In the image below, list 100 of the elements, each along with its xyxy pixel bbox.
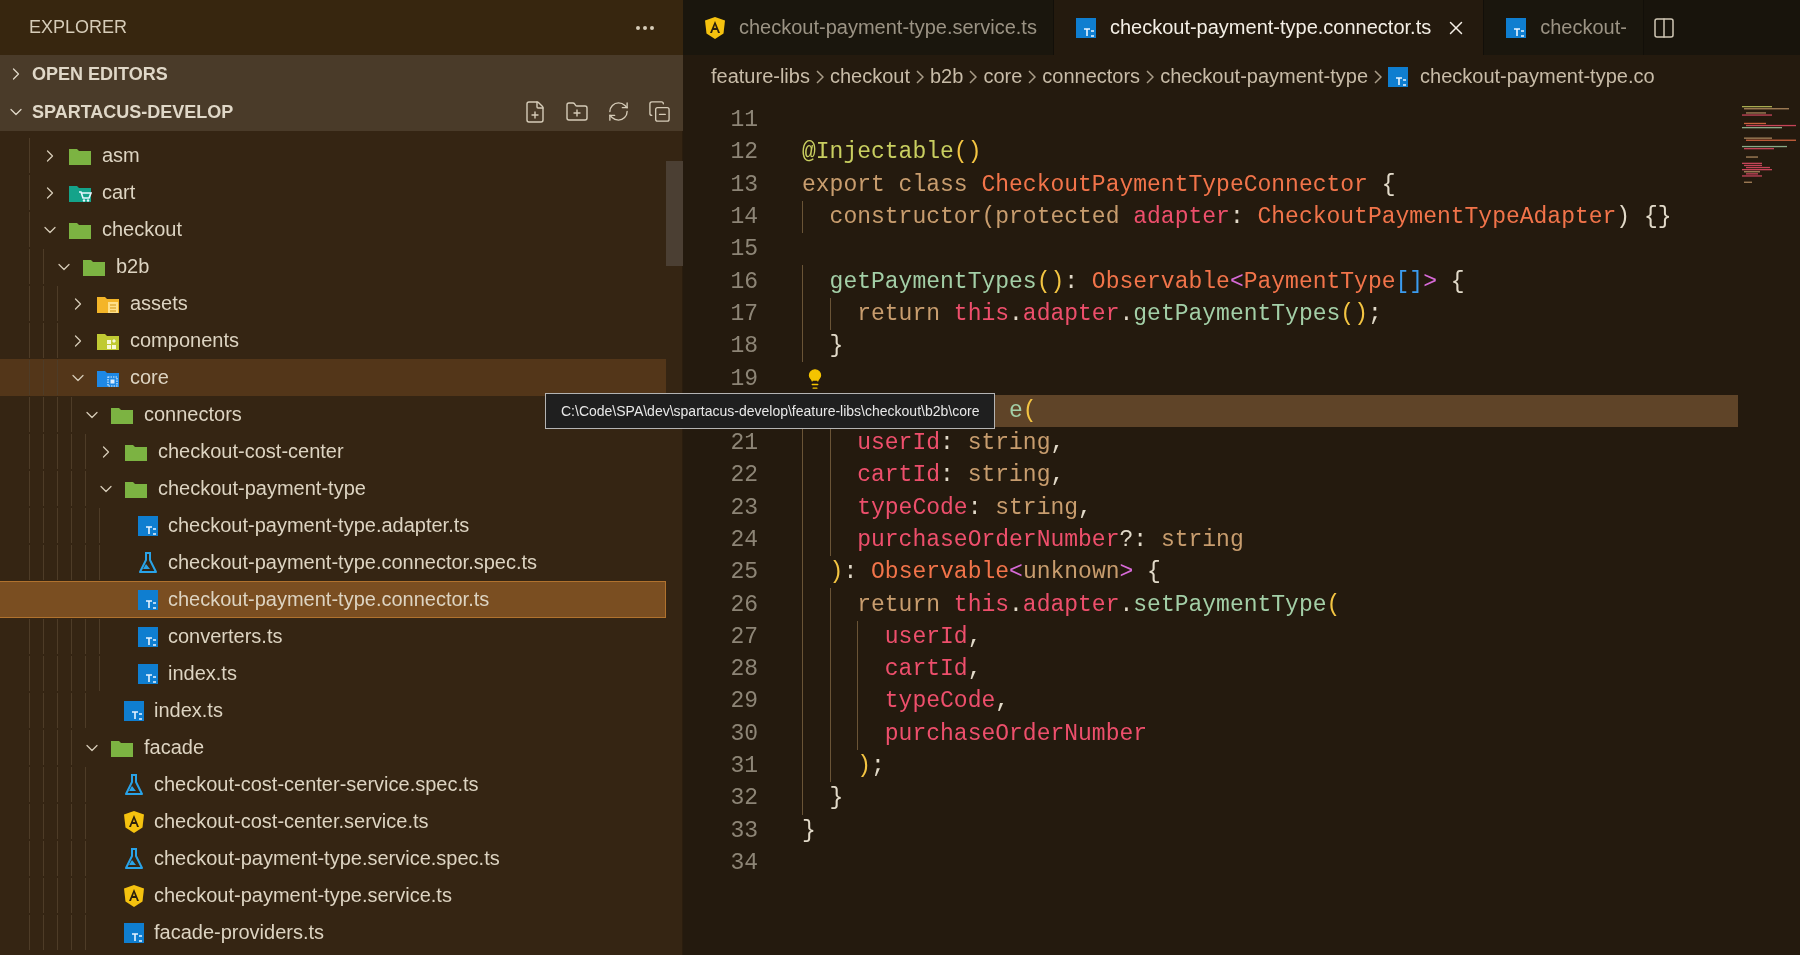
typescript-file-icon — [124, 922, 144, 943]
section-header[interactable]: OPEN EDITORS — [0, 55, 683, 93]
breadcrumb[interactable]: feature-libs — [711, 65, 810, 88]
line-number: 29 — [729, 688, 758, 715]
tree-item[interactable]: facade-providers.ts — [0, 914, 666, 951]
code-line: } — [802, 817, 816, 844]
line-number: 31 — [729, 753, 758, 780]
line-number: 26 — [729, 591, 758, 618]
breadcrumb[interactable]: b2b — [930, 65, 964, 88]
tree-item[interactable]: checkout-cost-center — [0, 433, 666, 470]
scrollbar[interactable] — [666, 161, 683, 266]
breadcrumb[interactable]: core — [983, 65, 1023, 88]
typescript-file-icon — [138, 626, 158, 647]
breadcrumb[interactable]: connectors — [1042, 65, 1141, 88]
chevron-right-icon — [916, 69, 924, 84]
line-number: 16 — [729, 268, 758, 295]
code-line: export class CheckoutPaymentTypeConnector { — [802, 171, 1396, 198]
chevron-right-icon — [969, 69, 978, 84]
code-line: constructor(protected adapter: CheckoutPaymentTypeAdapter) {} — [828, 204, 1672, 231]
code-line: return this.adapter.setPaymentType( — [856, 591, 1341, 618]
tree-item[interactable]: core — [0, 359, 666, 396]
chevron-right-icon — [815, 69, 824, 84]
shield-icon — [124, 810, 144, 833]
tree-item[interactable]: index.ts — [0, 655, 666, 692]
chevron-right-icon — [1374, 69, 1382, 84]
flask-icon — [138, 551, 158, 574]
tree-item[interactable]: checkout-cost-center-service.spec.ts — [0, 766, 666, 803]
typescript-file-icon — [1506, 17, 1527, 38]
line-number: 25 — [729, 559, 758, 586]
line-number: 33 — [729, 817, 758, 844]
line-number: 19 — [729, 365, 758, 392]
tree-item[interactable]: assets — [0, 285, 666, 322]
code-line: ); — [856, 753, 885, 780]
new-file-icon[interactable] — [523, 100, 547, 124]
code-line: typeCode: string, — [856, 494, 1092, 521]
tree-item[interactable]: index.ts — [0, 692, 666, 729]
code-line: typeCode, — [883, 688, 1010, 715]
tree-item[interactable]: checkout-payment-type.connector.ts — [0, 581, 666, 618]
typescript-file-icon — [138, 663, 158, 684]
shield-icon — [705, 16, 725, 39]
line-number: 12 — [729, 139, 758, 166]
tree-item[interactable]: components — [0, 322, 666, 359]
tree-item[interactable]: b2b — [0, 248, 666, 285]
line-number: 34 — [729, 849, 758, 876]
code-line: return this.adapter.getPaymentTypes(); — [856, 300, 1382, 327]
code-line: userId: string, — [856, 430, 1065, 457]
editor-tab[interactable]: checkout-payment-type.connector.ts — [1053, 0, 1485, 55]
tree-item[interactable]: checkout-payment-type.adapter.ts — [0, 507, 666, 544]
code-line: cartId: string, — [856, 462, 1065, 489]
typescript-file-icon — [1388, 66, 1408, 87]
code-line: ): Observable<unknown> { — [828, 559, 1161, 586]
line-number: 21 — [729, 430, 758, 457]
sidebar-title: EXPLORER — [29, 17, 128, 38]
tree-item[interactable]: checkout-payment-type.connector.spec.ts — [0, 544, 666, 581]
line-number: 23 — [729, 494, 758, 521]
shield-icon — [124, 884, 144, 907]
line-number: 28 — [729, 656, 758, 683]
typescript-file-icon — [124, 700, 144, 721]
code-line: } — [828, 333, 844, 360]
collapse-all-icon[interactable] — [648, 100, 671, 123]
line-number: 30 — [729, 720, 758, 747]
breadcrumb[interactable]: checkout-payment-type.co — [1388, 65, 1655, 88]
line-number: 14 — [729, 204, 758, 231]
tree-item[interactable]: checkout-payment-type.service.ts — [0, 877, 666, 914]
section-header[interactable]: SPARTACUS-DEVELOP — [0, 93, 683, 131]
code-line: purchaseOrderNumber — [883, 720, 1148, 747]
typescript-file-icon — [138, 589, 158, 610]
path-tooltip: C:\Code\SPA\dev\spartacus-develop\feature-libs\checkout\b2b\core — [545, 393, 996, 429]
breadcrumb[interactable]: checkout — [829, 65, 910, 88]
refresh-icon[interactable] — [607, 100, 630, 123]
chevron-right-icon — [1146, 69, 1155, 84]
line-number: 32 — [729, 785, 758, 812]
typescript-file-icon — [1075, 17, 1096, 38]
tree-item[interactable]: checkout-payment-type.service.spec.ts — [0, 840, 666, 877]
tree-item[interactable]: asm — [0, 137, 666, 174]
code-line: cartId, — [883, 656, 982, 683]
tree-item[interactable]: checkout — [0, 211, 666, 248]
tree-item[interactable]: cart — [0, 174, 666, 211]
tree-item[interactable]: converters.ts — [0, 618, 666, 655]
line-number: 13 — [729, 171, 758, 198]
flask-icon — [124, 847, 144, 870]
code-line: } — [828, 785, 844, 812]
flask-icon — [124, 773, 144, 796]
tree-item[interactable]: checkout-payment-type — [0, 470, 666, 507]
line-number: 18 — [729, 333, 758, 360]
split-editor-icon[interactable] — [1651, 15, 1676, 40]
code-line: userId, — [883, 623, 982, 650]
tree-item[interactable]: checkout-cost-center.service.ts — [0, 803, 666, 840]
line-number: 15 — [729, 236, 758, 263]
code-line: purchaseOrderNumber?: string — [856, 527, 1244, 553]
line-number: 24 — [729, 527, 758, 553]
line-number: 11 — [729, 107, 758, 134]
tree-item[interactable]: facade — [0, 729, 666, 766]
typescript-file-icon — [138, 515, 158, 536]
line-number: 27 — [729, 623, 758, 650]
line-number: 22 — [729, 462, 758, 489]
code-line: @Injectable() — [802, 139, 982, 166]
line-number: 17 — [729, 300, 758, 327]
new-folder-icon[interactable] — [565, 100, 589, 124]
breadcrumb[interactable]: checkout-payment-type — [1160, 65, 1368, 88]
